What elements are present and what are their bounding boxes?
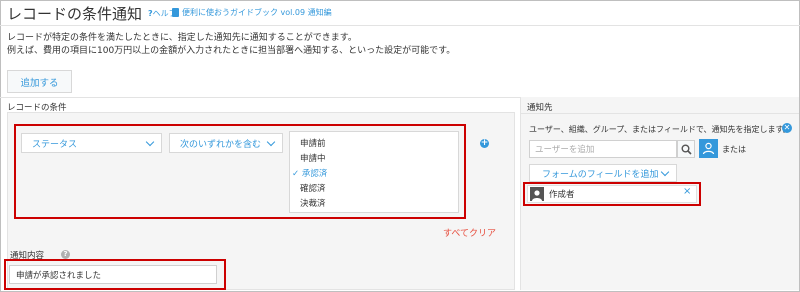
operator-dropdown[interactable]: 次のいずれかを含む [169, 133, 283, 153]
remove-recipient-icon[interactable]: × [683, 186, 691, 197]
chevron-down-icon [145, 137, 155, 146]
person-icon [532, 190, 542, 201]
status-listbox[interactable]: 申請前 申請中 ✓ 承認済 確認済 決裁済 [289, 131, 459, 213]
form-field-dropdown[interactable]: フォームのフィールドを追加 [529, 164, 677, 182]
guide-link[interactable]: 便利に使おうガイドブック vol.09 通知編 [172, 7, 332, 18]
section-divider [0, 97, 520, 98]
recipients-hint: ユーザー、組織、グループ、またはフィールドで、通知先を指定します。 [529, 125, 791, 134]
check-icon: ✓ [292, 169, 300, 179]
user-search-input[interactable]: ユーザーを追加 [529, 140, 677, 158]
option-item[interactable]: 確認済 [300, 182, 326, 194]
option-item[interactable]: 申請中 [300, 152, 326, 164]
close-icon[interactable]: ✕ [782, 123, 792, 133]
operator-dropdown-label: 次のいずれかを含む [180, 139, 262, 150]
user-select-button[interactable] [699, 139, 718, 158]
help-icon[interactable]: ? [61, 250, 70, 259]
description-line-2: 例えば、費用の項目に100万円以上の金額が入力されたときに担当部署へ通知する、と… [7, 46, 456, 56]
clear-all-link[interactable]: すべてクリア [443, 226, 496, 239]
person-icon [702, 142, 715, 155]
book-icon [172, 8, 179, 17]
chevron-down-icon [266, 137, 276, 146]
page-title: レコードの条件通知 [7, 5, 143, 23]
guide-link-label: 便利に使おうガイドブック vol.09 通知編 [182, 8, 332, 17]
search-icon [681, 144, 692, 155]
add-condition-icon[interactable]: + [480, 139, 489, 148]
description-line-1: レコードが特定の条件を満たしたときに、指定した通知先に通知することができます。 [7, 33, 357, 43]
form-field-dropdown-label: フォームのフィールドを追加 [542, 169, 659, 180]
recipients-section-label: 通知先 [527, 103, 553, 113]
header-divider [0, 25, 800, 26]
chevron-down-icon [660, 167, 670, 176]
option-item[interactable]: 決裁済 [300, 197, 326, 209]
field-dropdown-label: ステータス [32, 139, 78, 150]
option-item-selected[interactable]: ✓ 承認済 [292, 167, 327, 179]
avatar [530, 187, 544, 201]
option-item[interactable]: 申請前 [300, 137, 326, 149]
recipients-divider [520, 113, 799, 114]
add-button[interactable]: 追加する [7, 70, 72, 93]
field-dropdown[interactable]: ステータス [21, 133, 162, 153]
recipient-name: 作成者 [549, 190, 575, 200]
search-button[interactable] [677, 140, 695, 158]
or-label: または [722, 145, 746, 154]
message-input[interactable]: 申請が承認されました [9, 265, 217, 284]
